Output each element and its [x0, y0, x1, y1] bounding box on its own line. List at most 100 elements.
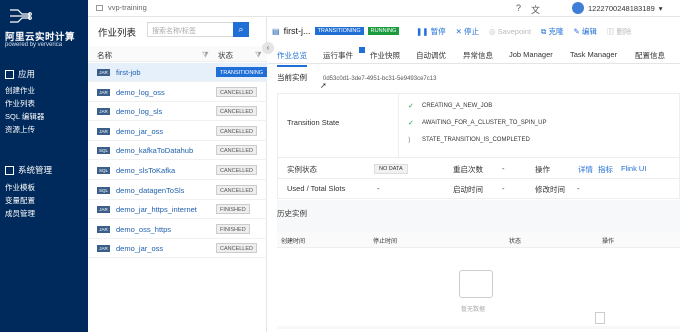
- tab-exceptions[interactable]: 异常信息: [463, 50, 493, 61]
- search-icon: ⌕: [238, 24, 244, 34]
- language-icon[interactable]: 文: [531, 3, 540, 16]
- modify-time-value: -: [577, 184, 580, 193]
- job-name[interactable]: demo_log_oss: [116, 88, 165, 97]
- tab-overview[interactable]: 作业总览: [277, 50, 307, 67]
- restart-value: -: [502, 164, 505, 173]
- job-name[interactable]: demo_slsToKafka: [116, 166, 175, 175]
- step-create: ✓ CREATING_A_NEW_JOB: [408, 103, 493, 110]
- col-status[interactable]: 状态: [218, 50, 233, 61]
- nav-job-templates[interactable]: 作业模板: [5, 181, 35, 194]
- job-name[interactable]: demo_datagenToSls: [116, 186, 184, 195]
- clone-button[interactable]: ⧉ 克隆: [541, 26, 563, 37]
- account-menu[interactable]: 1222700248183189 ▾: [572, 2, 663, 14]
- step-complete: ⟩ STATE_TRANSITION_IS_COMPLETED: [408, 137, 530, 144]
- table-row[interactable]: JAR demo_log_sls CANCELLED: [88, 102, 267, 122]
- nav-members[interactable]: 成员管理: [5, 207, 35, 220]
- stop-button[interactable]: ✕ 停止: [456, 26, 479, 37]
- tab-config[interactable]: 配置信息: [635, 50, 665, 61]
- top-bar: vvp-training ? 文 1222700248183189 ▾: [88, 0, 680, 17]
- job-detail: ▤ first-j... TRANSITIONING RUNNING ❚❚ 暂停…: [268, 17, 680, 332]
- slots-label: Used / Total Slots: [287, 184, 346, 193]
- col-name[interactable]: 名称: [97, 50, 112, 61]
- detail-tabs: 作业总览 运行事件 作业快照 自动调优 异常信息 Job Manager Tas…: [268, 47, 680, 67]
- nav-variables[interactable]: 变量配置: [5, 194, 35, 207]
- nav-job-list[interactable]: 作业列表: [5, 97, 44, 110]
- job-type-badge: SQL: [97, 186, 110, 194]
- tab-events[interactable]: 运行事件: [323, 50, 353, 61]
- table-row[interactable]: SQL demo_datagenToSls CANCELLED: [88, 181, 267, 200]
- nav-sql-editor[interactable]: SQL 编辑器: [5, 110, 44, 123]
- job-type-badge: SQL: [97, 167, 110, 174]
- status-filter-icon[interactable]: ⧩: [255, 50, 262, 60]
- tab-snapshots[interactable]: 作业快照: [370, 50, 400, 61]
- section-apps[interactable]: 应用: [5, 68, 35, 80]
- new-badge: [359, 47, 365, 53]
- slots-value: -: [377, 184, 380, 193]
- job-name[interactable]: demo_log_sls: [116, 107, 162, 116]
- job-type-badge: JAR: [97, 206, 110, 214]
- table-row[interactable]: JAR demo_log_oss CANCELLED: [88, 83, 267, 102]
- job-title: first-j...: [283, 26, 311, 36]
- running-badge: RUNNING: [367, 27, 400, 35]
- job-name[interactable]: demo_jar_https_internet: [116, 205, 197, 214]
- feedback-icon[interactable]: [595, 312, 605, 324]
- status-badge: CANCELLED: [216, 125, 258, 136]
- pause-button[interactable]: ❚❚ 暂停: [416, 26, 446, 37]
- tab-task-manager[interactable]: Task Manager: [570, 50, 617, 59]
- edit-button[interactable]: ✎ 编辑: [573, 26, 596, 37]
- job-type-badge: JAR: [97, 108, 110, 116]
- instance-status-label: 实例状态: [287, 165, 317, 174]
- nav-create-job[interactable]: 创建作业: [5, 84, 44, 97]
- search-input[interactable]: 搜索名称/标签: [147, 22, 235, 37]
- help-icon[interactable]: ?: [516, 3, 521, 16]
- tab-job-manager[interactable]: Job Manager: [509, 50, 553, 59]
- section-system[interactable]: 系统管理: [5, 164, 52, 176]
- history-table-header: 创建时间 停止时间 状态 操作: [277, 232, 680, 248]
- nav-resource-upload[interactable]: 资源上传: [5, 123, 44, 136]
- status-badge: CANCELLED: [216, 165, 258, 175]
- workspace-selector[interactable]: vvp-training: [96, 3, 147, 12]
- job-name[interactable]: demo_jar_oss: [116, 244, 163, 253]
- start-time-label: 启动时间: [453, 185, 483, 194]
- savepoint-button[interactable]: ◎ Savepoint: [489, 27, 531, 36]
- job-name[interactable]: first-job: [116, 68, 141, 77]
- empty-text: 暂无数据: [461, 307, 486, 313]
- overview-panel: Transition State ✓ CREATING_A_NEW_JOB ✓ AW…: [277, 93, 680, 199]
- table-row[interactable]: JAR demo_jar_oss CANCELLED: [88, 239, 267, 259]
- table-row[interactable]: SQL demo_kafkaToDatahub CANCELLED: [88, 141, 267, 161]
- filter-icon[interactable]: ⧩: [202, 50, 209, 60]
- metrics-link[interactable]: 指标: [598, 164, 613, 175]
- chevron-down-icon: ▾: [658, 3, 663, 13]
- cursor-icon: ➚: [320, 81, 327, 90]
- instance-status-badge: NO DATA: [374, 164, 408, 174]
- details-link[interactable]: 详情: [578, 164, 593, 175]
- check-icon: ✓: [408, 103, 414, 110]
- empty-box-icon: [459, 270, 493, 298]
- workspace-icon: [96, 4, 103, 11]
- modify-time-label: 修改时间: [535, 185, 565, 194]
- pending-icon: ⟩: [408, 137, 411, 144]
- table-row[interactable]: SQL demo_slsToKafka CANCELLED: [88, 161, 267, 180]
- apps-icon: [5, 69, 14, 79]
- job-type-badge: JAR: [97, 225, 110, 233]
- table-row[interactable]: JAR demo_oss_https FINISHED: [88, 220, 267, 239]
- status-badge: TRANSITIONING: [216, 67, 268, 77]
- table-row[interactable]: JAR first-job TRANSITIONING: [88, 63, 268, 82]
- flink-ui-link[interactable]: Flink UI: [621, 164, 646, 173]
- search-button[interactable]: ⌕: [233, 22, 249, 37]
- transition-state-label: Transition State: [287, 118, 340, 127]
- job-type-badge: JAR: [97, 127, 110, 135]
- status-badge: FINISHED: [216, 223, 250, 234]
- brand-title: 阿里云实时计算: [5, 32, 76, 43]
- job-type-badge: JAR: [97, 88, 110, 96]
- history-section: 历史实例 创建时间 停止时间 状态 操作 暂无数据: [277, 200, 680, 329]
- job-name[interactable]: demo_jar_oss: [116, 127, 163, 136]
- job-name[interactable]: demo_oss_https: [116, 225, 171, 234]
- status-badge: CANCELLED: [216, 106, 258, 117]
- logo-icon: [10, 9, 32, 23]
- delete-button[interactable]: ▥ 删除: [607, 26, 632, 37]
- job-name[interactable]: demo_kafkaToDatahub: [116, 146, 193, 155]
- tab-autotune[interactable]: 自动调优: [416, 50, 446, 61]
- table-row[interactable]: JAR demo_jar_https_internet FINISHED: [88, 200, 267, 220]
- table-row[interactable]: JAR demo_jar_oss CANCELLED: [88, 122, 267, 141]
